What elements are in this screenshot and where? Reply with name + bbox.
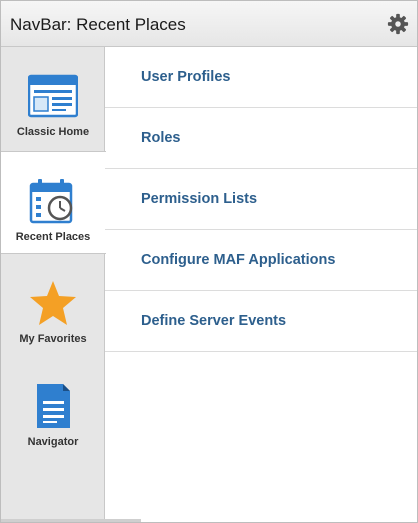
calendar-clock-icon [29, 179, 73, 224]
list-item-label: Roles [141, 130, 181, 146]
list-item-label: Permission Lists [141, 191, 258, 207]
gear-icon[interactable] [387, 13, 409, 35]
sidebar-item-classic-home[interactable]: Classic Home [1, 47, 105, 150]
list-item-label: User Profiles [141, 69, 231, 85]
list-item-define-server-events[interactable]: Define Server Events [105, 291, 417, 352]
sidebar-item-label: Classic Home [16, 126, 90, 138]
recent-places-list: User Profiles Roles Permission Lists Con… [105, 47, 417, 522]
list-item-roles[interactable]: Roles [105, 108, 417, 169]
navbar-panel: NavBar: Recent Places Classic Home Recen… [0, 0, 418, 523]
document-icon [37, 384, 70, 428]
sidebar-item-label: Recent Places [15, 231, 91, 243]
sidebar-item-label: My Favorites [19, 333, 87, 345]
list-item-configure-maf-applications[interactable]: Configure MAF Applications [105, 230, 417, 291]
list-item-permission-lists[interactable]: Permission Lists [105, 169, 417, 230]
list-item-label: Configure MAF Applications [141, 252, 336, 268]
scroll-indicator [1, 519, 141, 522]
list-item-user-profiles[interactable]: User Profiles [105, 47, 417, 108]
header: NavBar: Recent Places [1, 1, 417, 47]
sidebar-item-label: Navigator [27, 436, 79, 448]
classic-home-window-icon [28, 74, 78, 118]
page-title: NavBar: Recent Places [10, 15, 186, 34]
sidebar-item-navigator[interactable]: Navigator [1, 357, 105, 460]
sidebar-item-my-favorites[interactable]: My Favorites [1, 254, 105, 357]
list-item-label: Define Server Events [141, 313, 287, 329]
sidebar-item-recent-places[interactable]: Recent Places [1, 151, 106, 254]
sidebar: Classic Home Recent Places My Favorites … [1, 47, 106, 522]
star-icon [30, 281, 76, 325]
